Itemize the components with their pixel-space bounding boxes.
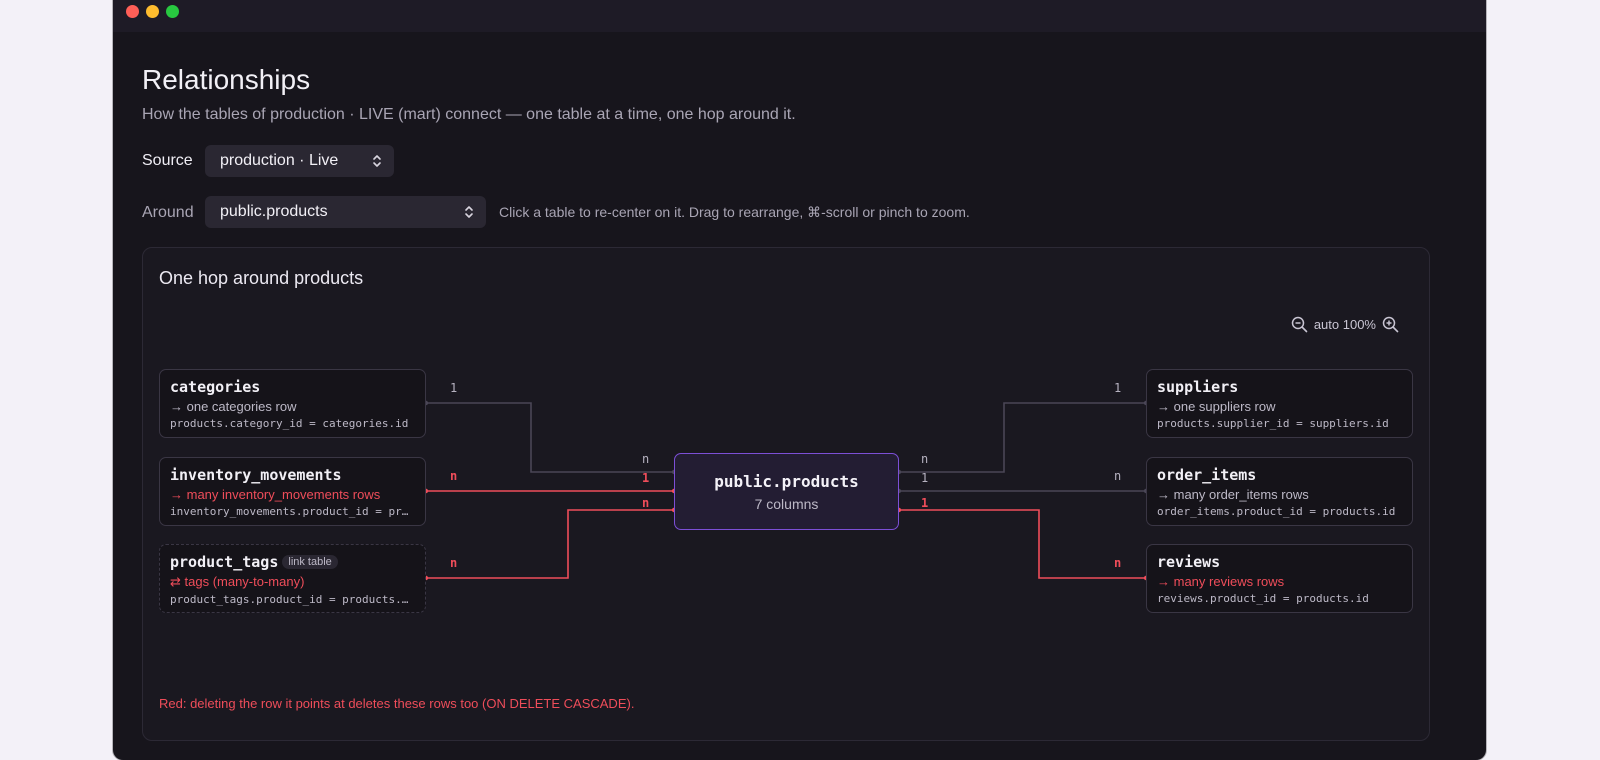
table-name: order_items	[1157, 466, 1402, 484]
relationship-edge	[426, 402, 674, 473]
relationship-description: → many inventory_movements rows	[170, 487, 381, 502]
table-name: product_tags link table	[170, 553, 415, 571]
link-table-badge: link table	[282, 555, 338, 569]
page-subtitle: How the tables of production · LIVE (mar…	[142, 106, 796, 123]
cardinality-label: 1	[1114, 381, 1122, 395]
table-name-text: reviews	[1157, 553, 1221, 571]
cardinality-label: n	[921, 452, 929, 466]
around-select[interactable]: public.products	[205, 196, 486, 228]
source-select-value: production · Live	[220, 152, 339, 169]
table-name: suppliers	[1157, 378, 1402, 396]
relationship-canvas[interactable]: public.products 7 columns categories → on…	[143, 248, 1431, 742]
relationship-description: ⇄ tags (many-to-many)	[170, 574, 305, 589]
join-condition: product_tags.product_id = products.id	[170, 593, 415, 606]
table-name: categories	[170, 378, 415, 396]
join-condition: inventory_movements.product_id = product…	[170, 505, 415, 518]
zoom-window-button[interactable]	[166, 5, 179, 18]
table-node-inventory-movements[interactable]: inventory_movements → many inventory_move…	[159, 457, 426, 526]
cardinality-label: 1	[921, 496, 929, 510]
center-table-node[interactable]: public.products 7 columns	[674, 453, 899, 530]
app-window: Relationships How the tables of producti…	[113, 0, 1486, 760]
chevron-up-down-icon	[465, 206, 473, 218]
relationship-panel: One hop around products auto 100% public…	[142, 247, 1430, 741]
relationship-edge	[426, 509, 674, 579]
table-name: reviews	[1157, 553, 1402, 571]
cardinality-label: n	[642, 496, 650, 510]
source-label: Source	[142, 152, 193, 169]
canvas-hint: Click a table to re-center on it. Drag t…	[499, 204, 970, 220]
table-name-text: categories	[170, 378, 261, 396]
table-name-text: inventory_movements	[170, 466, 342, 484]
join-condition: products.category_id = categories.id	[170, 417, 409, 430]
table-node-suppliers[interactable]: suppliers → one suppliers row products.sup…	[1146, 369, 1413, 438]
table-name-text: product_tags	[170, 553, 279, 571]
cardinality-label: n	[1114, 556, 1122, 570]
source-select[interactable]: production · Live	[205, 145, 394, 177]
cascade-legend: Red: deleting the row it points at delet…	[159, 696, 635, 711]
cardinality-label: 1	[921, 471, 929, 485]
close-window-button[interactable]	[126, 5, 139, 18]
title-bar	[113, 0, 1486, 32]
relationship-description: → one categories row	[170, 399, 297, 414]
around-label: Around	[142, 204, 194, 221]
relationship-description: → many reviews rows	[1157, 574, 1285, 589]
minimize-window-button[interactable]	[146, 5, 159, 18]
around-select-value: public.products	[220, 203, 328, 220]
table-name-text: order_items	[1157, 466, 1257, 484]
table-name-text: suppliers	[1157, 378, 1239, 396]
table-name: inventory_movements	[170, 466, 415, 484]
cardinality-label: 1	[450, 381, 458, 395]
join-condition: order_items.product_id = products.id	[1157, 505, 1396, 518]
table-node-reviews[interactable]: reviews → many reviews rows reviews.produc…	[1146, 544, 1413, 613]
center-table-columns: 7 columns	[754, 496, 819, 512]
relationship-description: → one suppliers row	[1157, 399, 1276, 414]
table-node-product-tags[interactable]: product_tags link table ⇄ tags (many-to-ma…	[159, 544, 426, 613]
cardinality-label: n	[1114, 469, 1122, 483]
cardinality-label: 1	[642, 471, 650, 485]
join-condition: products.supplier_id = suppliers.id	[1157, 417, 1389, 430]
cardinality-label: n	[642, 452, 650, 466]
table-node-categories[interactable]: categories → one categories row products.c…	[159, 369, 426, 438]
relationship-edge	[899, 402, 1146, 473]
table-node-order-items[interactable]: order_items → many order_items rows order_…	[1146, 457, 1413, 526]
chevron-up-down-icon	[373, 155, 381, 167]
relationship-description: → many order_items rows	[1157, 487, 1309, 502]
cardinality-label: n	[450, 469, 458, 483]
center-table-name: public.products	[714, 472, 859, 491]
join-condition: reviews.product_id = products.id	[1157, 592, 1369, 605]
page-title: Relationships	[142, 64, 311, 95]
relationship-edge	[899, 509, 1146, 579]
cardinality-label: n	[450, 556, 458, 570]
